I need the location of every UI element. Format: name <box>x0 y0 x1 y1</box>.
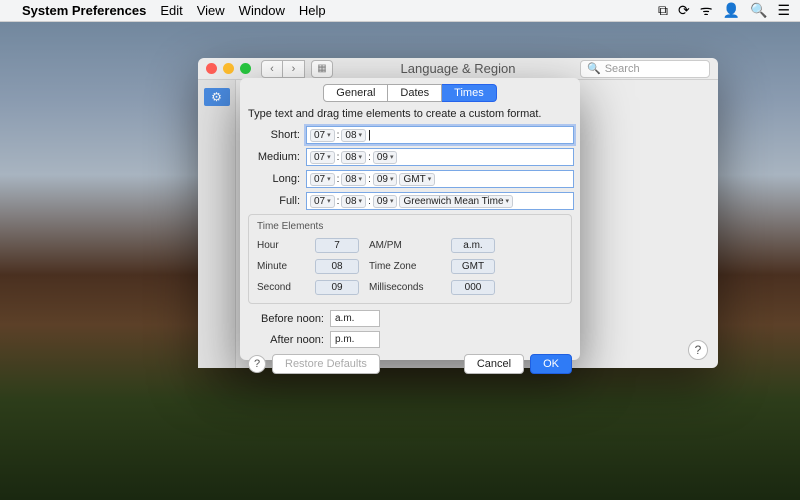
close-button[interactable] <box>206 63 217 74</box>
sync-icon[interactable]: ⟳ <box>678 2 690 19</box>
ok-button[interactable]: OK <box>530 354 572 374</box>
full-label: Full: <box>246 195 300 207</box>
search-field[interactable]: 🔍 Search <box>580 60 710 78</box>
menu-help[interactable]: Help <box>299 3 326 18</box>
titlebar: ‹ › ▦ Language & Region 🔍 Search <box>198 58 718 80</box>
separator: : <box>337 130 340 141</box>
before-noon-field[interactable]: a.m. <box>330 310 380 327</box>
timezone-token[interactable]: GMT▾ <box>399 173 435 186</box>
minute-token[interactable]: 08▾ <box>341 129 366 142</box>
chevron-down-icon: ▾ <box>359 131 363 139</box>
hour-token[interactable]: 07▾ <box>310 151 335 164</box>
el-label-hour: Hour <box>257 240 305 251</box>
time-elements-group: Time Elements Hour 7 AM/PM a.m. Minute 0… <box>248 214 572 304</box>
show-all-button[interactable]: ▦ <box>311 60 333 78</box>
menu-view[interactable]: View <box>197 3 225 18</box>
list-icon[interactable]: ☰ <box>777 2 790 19</box>
el-token-minute[interactable]: 08 <box>315 259 359 274</box>
search-placeholder: Search <box>605 63 640 75</box>
el-label-ampm: AM/PM <box>369 240 441 251</box>
dropbox-icon[interactable]: ⧉ <box>658 2 668 19</box>
restore-defaults-button[interactable]: Restore Defaults <box>272 354 380 374</box>
menu-edit[interactable]: Edit <box>160 3 182 18</box>
after-noon-label: After noon: <box>248 334 324 346</box>
back-button[interactable]: ‹ <box>261 60 283 78</box>
el-label-minute: Minute <box>257 261 305 272</box>
long-format-field[interactable]: 07▾: 08▾: 09▾ GMT▾ <box>306 170 574 188</box>
el-label-second: Second <box>257 282 305 293</box>
minute-token[interactable]: 08▾ <box>341 173 366 186</box>
user-icon[interactable]: 👤 <box>723 2 740 19</box>
help-button[interactable]: ? <box>248 355 266 373</box>
short-format-field[interactable]: 07▾ : 08▾ | <box>306 126 574 144</box>
el-token-ms[interactable]: 000 <box>451 280 495 295</box>
cancel-button[interactable]: Cancel <box>464 354 524 374</box>
minute-token[interactable]: 08▾ <box>341 151 366 164</box>
flag-column: ⚙ <box>198 80 236 368</box>
second-token[interactable]: 09▾ <box>373 173 398 186</box>
menu-window[interactable]: Window <box>239 3 285 18</box>
search-icon: 🔍 <box>587 62 601 75</box>
before-noon-label: Before noon: <box>248 313 324 325</box>
text-cursor: | <box>368 129 371 141</box>
minimize-button[interactable] <box>223 63 234 74</box>
chevron-down-icon: ▾ <box>327 131 331 139</box>
hour-token[interactable]: 07▾ <box>310 195 335 208</box>
after-noon-field[interactable]: p.m. <box>330 331 380 348</box>
un-flag-icon: ⚙ <box>204 88 230 106</box>
tab-general[interactable]: General <box>323 84 388 102</box>
forward-button[interactable]: › <box>283 60 305 78</box>
group-title: Time Elements <box>257 221 563 232</box>
hour-token[interactable]: 07▾ <box>310 129 335 142</box>
el-label-timezone: Time Zone <box>369 261 441 272</box>
minute-token[interactable]: 08▾ <box>341 195 366 208</box>
medium-format-field[interactable]: 07▾: 08▾: 09▾ <box>306 148 574 166</box>
tabs: General Dates Times <box>246 84 574 102</box>
el-label-ms: Milliseconds <box>369 282 441 293</box>
short-label: Short: <box>246 129 300 141</box>
long-label: Long: <box>246 173 300 185</box>
tab-times[interactable]: Times <box>442 84 497 102</box>
hour-token[interactable]: 07▾ <box>310 173 335 186</box>
el-token-ampm[interactable]: a.m. <box>451 238 495 253</box>
el-token-hour[interactable]: 7 <box>315 238 359 253</box>
el-token-timezone[interactable]: GMT <box>451 259 495 274</box>
second-token[interactable]: 09▾ <box>373 151 398 164</box>
tab-dates[interactable]: Dates <box>388 84 442 102</box>
el-token-second[interactable]: 09 <box>315 280 359 295</box>
menu-bar: System Preferences Edit View Window Help… <box>0 0 800 22</box>
app-menu[interactable]: System Preferences <box>22 3 146 18</box>
second-token[interactable]: 09▾ <box>373 195 398 208</box>
full-format-field[interactable]: 07▾: 08▾: 09▾ Greenwich Mean Time▾ <box>306 192 574 210</box>
instruction-text: Type text and drag time elements to crea… <box>248 108 572 120</box>
help-button[interactable]: ? <box>688 340 708 360</box>
wifi-icon[interactable]: ᯤ <box>700 1 713 20</box>
timezone-long-token[interactable]: Greenwich Mean Time▾ <box>399 195 513 208</box>
medium-label: Medium: <box>246 151 300 163</box>
time-formats-sheet: General Dates Times Type text and drag t… <box>240 78 580 360</box>
zoom-button[interactable] <box>240 63 251 74</box>
spotlight-icon[interactable]: 🔍 <box>750 2 767 19</box>
traffic-lights <box>206 63 251 74</box>
